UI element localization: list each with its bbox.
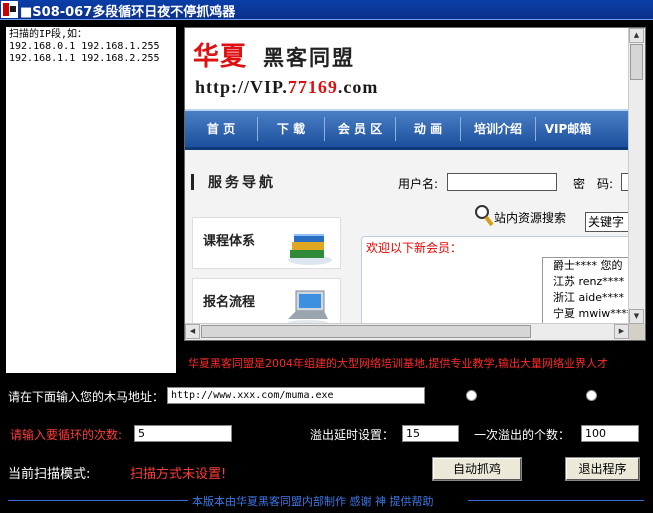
site-nav: 首 页 下 载 会 员 区 动 画 培训介绍 VIP邮箱 bbox=[185, 109, 629, 150]
browser-viewport: 华夏 黑客同盟 http://VIP.77169.com 首 页 下 载 会 员… bbox=[185, 28, 629, 324]
loop-count-input[interactable]: 5 bbox=[134, 425, 232, 442]
nav-animation[interactable]: 动 画 bbox=[396, 111, 460, 147]
auto-capture-button[interactable]: 自动抓鸡 bbox=[432, 457, 522, 481]
site-url-prefix: http://VIP. bbox=[195, 77, 288, 97]
site-search-label[interactable]: 站内资源搜索 bbox=[494, 209, 566, 226]
scroll-right-icon[interactable]: ▶ bbox=[614, 324, 629, 339]
delay-input[interactable]: 15 bbox=[402, 425, 459, 442]
card-enrollment-label: 报名流程 bbox=[203, 295, 256, 310]
trojan-url-label: 请在下面输入您的木马地址： bbox=[8, 390, 165, 404]
list-item: 宁夏 mwiw**** bbox=[553, 307, 629, 320]
app-icon[interactable] bbox=[1, 1, 18, 18]
ip-range-textarea[interactable]: 扫描的IP段,如： 192.168.0.1 192.168.1.255 192.… bbox=[6, 27, 176, 373]
scroll-left-icon[interactable]: ◀ bbox=[185, 324, 200, 339]
browser-vertical-scrollbar[interactable]: ▲ ▼ bbox=[628, 28, 645, 324]
nav-vip-mail[interactable]: VIP邮箱 bbox=[536, 111, 600, 147]
card-courses-label: 课程体系 bbox=[203, 234, 256, 249]
scroll-corner bbox=[629, 324, 645, 340]
vertical-scroll-thumb[interactable] bbox=[630, 44, 643, 80]
scan-mode-radio-1[interactable] bbox=[466, 390, 477, 401]
nav-download[interactable]: 下 载 bbox=[258, 111, 324, 147]
exit-button[interactable]: 退出程序 bbox=[565, 457, 640, 481]
laptop-icon bbox=[288, 290, 328, 324]
books-icon bbox=[288, 234, 332, 265]
password-label: 密 码: bbox=[573, 177, 614, 191]
new-members-panel: 欢迎以下新会员： 爵士**** 您的 江苏 renz**** 浙江 aide**… bbox=[361, 236, 629, 324]
site-url[interactable]: http://VIP.77169.com bbox=[195, 77, 378, 98]
list-item: 江苏 renz**** bbox=[553, 275, 625, 288]
site-url-number: 77169 bbox=[287, 77, 338, 97]
keyword-select[interactable]: 关键字 bbox=[585, 212, 629, 232]
username-label: 用户名: bbox=[398, 177, 439, 191]
nav-home[interactable]: 首 页 bbox=[185, 111, 257, 147]
username-input[interactable] bbox=[447, 173, 557, 191]
title-bar: ■S08-067多段循环日夜不停抓鸡器 bbox=[0, 0, 653, 20]
scroll-up-icon[interactable]: ▲ bbox=[629, 28, 644, 43]
new-members-heading: 欢迎以下新会员： bbox=[366, 241, 463, 255]
horizontal-scroll-thumb[interactable] bbox=[201, 325, 531, 338]
search-magnifier-icon bbox=[475, 205, 494, 227]
window-title: ■S08-067多段循环日夜不停抓鸡器 bbox=[20, 5, 236, 20]
footer-divider-right bbox=[468, 500, 644, 501]
card-courses[interactable]: 课程体系 bbox=[192, 217, 341, 269]
footer-credit: 本版本由华夏黑客同盟内部制作 感谢 神 提供帮助 bbox=[192, 495, 434, 508]
overflow-count-input[interactable]: 100 bbox=[581, 425, 639, 442]
trojan-url-input[interactable]: http://www.xxx.com/muma.exe bbox=[167, 387, 425, 404]
scan-mode-status: 扫描方式未设置! bbox=[130, 467, 227, 482]
scan-mode-radio-2[interactable] bbox=[586, 390, 597, 401]
service-nav-title-text: 服务导航 bbox=[208, 175, 276, 191]
card-enrollment[interactable]: 报名流程 bbox=[192, 278, 341, 324]
new-members-list: 爵士**** 您的 江苏 renz**** 浙江 aide**** 宁夏 mwi… bbox=[542, 257, 629, 324]
delay-label: 溢出延时设置： bbox=[310, 428, 395, 442]
browser-horizontal-scrollbar[interactable]: ◀ ▶ bbox=[185, 323, 629, 340]
service-nav-title: 服务导航 bbox=[191, 172, 341, 192]
nav-training[interactable]: 培训介绍 bbox=[461, 111, 535, 147]
scan-mode-label: 当前扫描模式: bbox=[8, 467, 91, 482]
footer-divider-left bbox=[8, 500, 188, 501]
loop-count-label: 请输入要循环的次数: bbox=[10, 428, 123, 442]
embedded-browser[interactable]: 华夏 黑客同盟 http://VIP.77169.com 首 页 下 载 会 员… bbox=[184, 27, 646, 341]
site-url-suffix: .com bbox=[337, 77, 379, 97]
scroll-down-icon[interactable]: ▼ bbox=[629, 309, 644, 324]
nav-members[interactable]: 会 员 区 bbox=[325, 111, 395, 147]
list-item: 浙江 aide**** bbox=[553, 291, 625, 304]
list-item: 爵士**** 您的 bbox=[553, 259, 623, 272]
site-logo-main: 华夏 bbox=[193, 42, 248, 72]
site-tagline: 华夏黑客同盟是2004年组建的大型网络培训基地,提供专业教学,输出大量网络业界人… bbox=[188, 357, 608, 370]
site-logo-sub: 黑客同盟 bbox=[263, 46, 355, 70]
overflow-count-label: 一次溢出的个数： bbox=[474, 428, 571, 442]
